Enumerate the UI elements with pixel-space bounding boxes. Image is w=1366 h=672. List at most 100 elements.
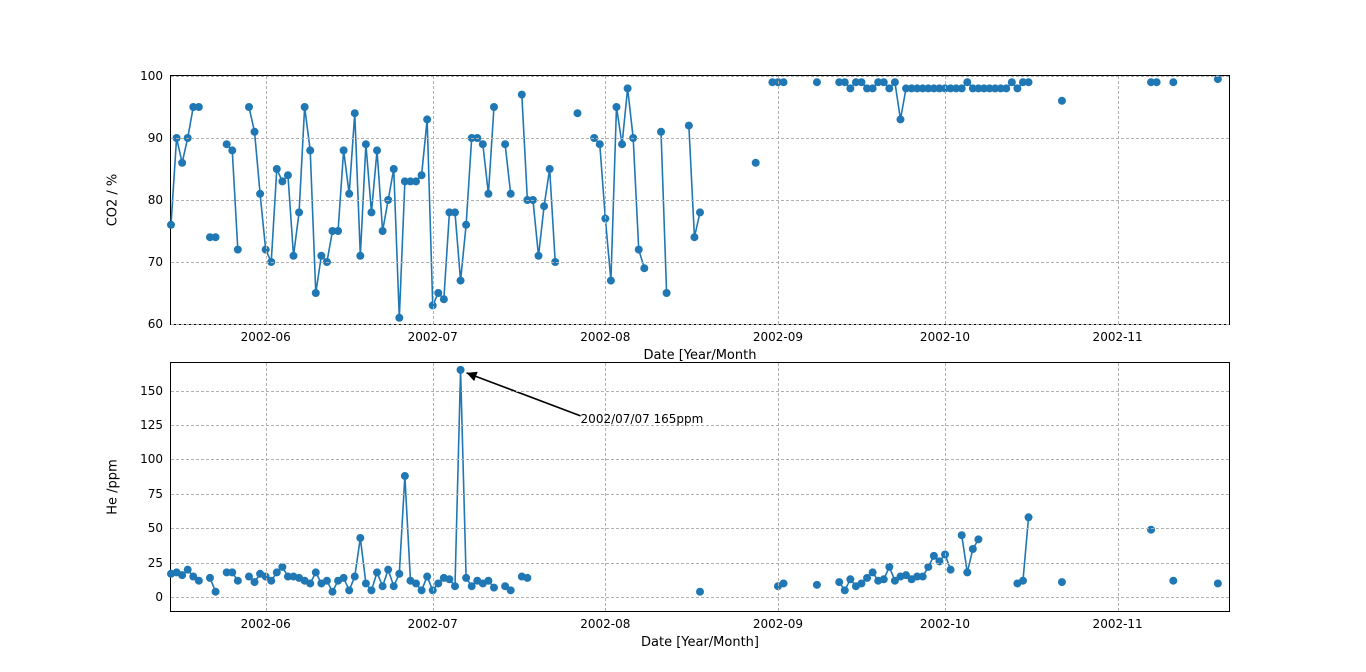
data-point <box>356 252 364 260</box>
data-point <box>234 246 242 254</box>
data-point <box>958 84 966 92</box>
data-point <box>891 78 899 86</box>
data-point <box>663 289 671 297</box>
data-point <box>212 233 220 241</box>
data-point <box>451 208 459 216</box>
data-point <box>306 579 314 587</box>
data-point <box>696 208 704 216</box>
grid-line-h <box>171 138 1229 139</box>
data-point <box>924 563 932 571</box>
y-tick-label: 60 <box>148 317 163 331</box>
data-point <box>919 573 927 581</box>
data-point <box>963 78 971 86</box>
data-point <box>880 575 888 583</box>
data-point <box>323 577 331 585</box>
x-tick-label: 2002-11 <box>1093 617 1143 631</box>
data-point <box>1147 526 1155 534</box>
data-point <box>328 588 336 596</box>
data-point <box>546 165 554 173</box>
data-point <box>312 568 320 576</box>
data-line <box>171 107 199 225</box>
data-line <box>505 144 511 194</box>
data-point <box>418 171 426 179</box>
data-point <box>841 586 849 594</box>
co2-plot-svg <box>171 76 1231 326</box>
data-point <box>457 366 465 374</box>
data-point <box>362 140 370 148</box>
data-point <box>178 159 186 167</box>
data-point <box>752 159 760 167</box>
grid-line-h <box>171 200 1229 201</box>
data-point <box>974 535 982 543</box>
data-point <box>490 584 498 592</box>
data-point <box>1002 84 1010 92</box>
data-point <box>935 557 943 565</box>
x-tick-label: 2002-10 <box>920 617 970 631</box>
data-point <box>813 581 821 589</box>
annotation-text: 2002/07/07 165ppm <box>581 412 704 426</box>
y-tick-label: 75 <box>148 487 163 501</box>
grid-line-v <box>266 76 267 324</box>
grid-line-v <box>605 76 606 324</box>
grid-line-v <box>945 363 946 611</box>
data-line <box>522 95 555 262</box>
data-point <box>624 84 632 92</box>
data-point <box>540 202 548 210</box>
data-point <box>167 221 175 229</box>
data-point <box>273 165 281 173</box>
grid-line-v <box>605 363 606 611</box>
data-point <box>640 264 648 272</box>
data-point <box>256 190 264 198</box>
data-point <box>412 177 420 185</box>
data-point <box>301 103 309 111</box>
xlabel-co2: Date [Year/Month <box>644 348 757 363</box>
data-point <box>195 577 203 585</box>
y-tick-label: 150 <box>140 384 163 398</box>
data-point <box>780 78 788 86</box>
data-point <box>395 570 403 578</box>
grid-line-v <box>945 76 946 324</box>
data-point <box>367 586 375 594</box>
grid-line-h <box>171 494 1229 495</box>
data-point <box>1013 84 1021 92</box>
data-point <box>390 582 398 590</box>
x-tick-label: 2002-08 <box>580 330 630 344</box>
data-point <box>857 78 865 86</box>
data-point <box>507 586 515 594</box>
data-point <box>395 314 403 322</box>
data-point <box>251 128 259 136</box>
data-point <box>685 122 693 130</box>
he-plot-svg <box>171 363 1231 613</box>
y-tick-label: 90 <box>148 131 163 145</box>
y-tick-label: 100 <box>140 452 163 466</box>
grid-line-h <box>171 597 1229 598</box>
data-point <box>373 146 381 154</box>
data-point <box>379 582 387 590</box>
data-point <box>1025 78 1033 86</box>
grid-line-h <box>171 262 1229 263</box>
data-point <box>245 103 253 111</box>
data-point <box>418 586 426 594</box>
data-point <box>573 109 581 117</box>
data-point <box>412 579 420 587</box>
data-point <box>457 277 465 285</box>
data-point <box>947 566 955 574</box>
y-tick-label: 50 <box>148 521 163 535</box>
data-point <box>212 588 220 596</box>
data-point <box>896 115 904 123</box>
y-tick-label: 0 <box>155 590 163 604</box>
data-point <box>501 140 509 148</box>
grid-line-v <box>433 76 434 324</box>
y-tick-label: 25 <box>148 556 163 570</box>
data-point <box>345 586 353 594</box>
data-point <box>367 208 375 216</box>
data-point <box>401 472 409 480</box>
annotation-arrow <box>467 373 581 416</box>
x-tick-label: 2002-06 <box>241 617 291 631</box>
x-tick-label: 2002-10 <box>920 330 970 344</box>
data-point <box>340 574 348 582</box>
y-tick-label: 100 <box>140 69 163 83</box>
data-point <box>479 140 487 148</box>
he-chart: He /ppm Date [Year/Month] 02550751001251… <box>170 362 1230 612</box>
figure: CO2 / % Date [Year/Month 607080901002002… <box>0 0 1366 672</box>
